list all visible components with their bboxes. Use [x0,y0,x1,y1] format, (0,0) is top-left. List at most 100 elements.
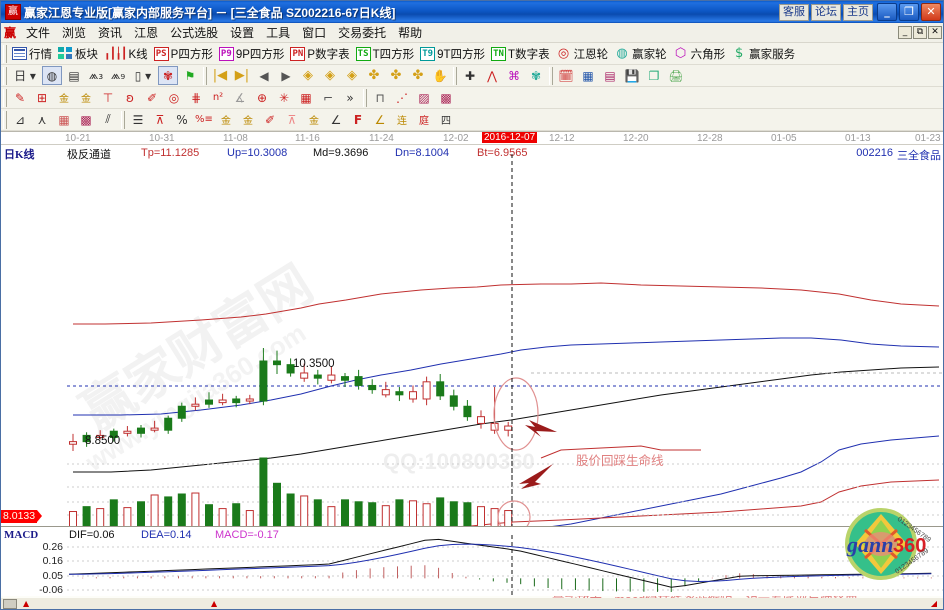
parallel-icon[interactable]: ⫽ [98,110,118,129]
tool-sector[interactable]: 板块 [55,44,101,64]
fan-tool-icon[interactable]: ⌘ [504,66,524,85]
customer-service-button[interactable]: 客服 [779,3,809,21]
grid-dark-icon[interactable]: ▩ [76,110,96,129]
save-icon[interactable]: 💾 [622,66,642,85]
chain-icon[interactable]: 连 [392,110,412,129]
ladder-icon[interactable]: ☰ [128,110,148,129]
shrink-h-icon[interactable]: ✤ [364,66,384,85]
toolbar-grip[interactable] [3,44,7,63]
tool-quote[interactable]: 行情 [9,44,55,64]
hall-icon[interactable]: 庭 [414,110,434,129]
menu-help[interactable]: 帮助 [392,23,428,42]
toolbar-grip-4[interactable] [453,66,457,85]
menu-tools[interactable]: 工具 [260,23,296,42]
tool-p-numtable[interactable]: PN P数字表 [287,44,352,64]
crosshair-tool-icon[interactable]: ✚ [460,66,480,85]
menu-file[interactable]: 文件 [20,23,56,42]
menu-window[interactable]: 窗口 [296,23,332,42]
star-icon[interactable]: ✳ [274,88,294,107]
gold-circle-icon[interactable]: 金 [216,110,236,129]
kline9-icon[interactable]: ⩕₉ [108,66,128,85]
maximize-button[interactable]: ❐ [899,3,919,21]
more-tools-icon[interactable]: » [340,88,360,107]
flag-icon[interactable]: ⚑ [180,66,200,85]
trend-icon[interactable]: ⊿ [10,110,30,129]
menu-trade-order[interactable]: 交易委托 [332,23,392,42]
draw-tool-icon[interactable]: ✾ [158,66,178,85]
gold-ratio2-icon[interactable]: 金 [76,88,96,107]
toolbar-grip-5[interactable] [549,66,553,85]
toolbar-grip-8[interactable] [3,110,7,129]
grid-red-icon[interactable]: ▦ [54,110,74,129]
expand-h-icon[interactable]: ◈ [342,66,362,85]
menu-settings[interactable]: 设置 [224,23,260,42]
notes-icon[interactable]: ▤ [600,66,620,85]
menu-formula-stockpick[interactable]: 公式选股 [164,23,224,42]
step-icon[interactable]: ⌐ [318,88,338,107]
percent-icon[interactable]: % [172,110,192,129]
tool-9p-square[interactable]: P9 9P四方形 [216,44,288,64]
tool-9t-square[interactable]: T9 9T四方形 [417,44,488,64]
copy-icon[interactable]: ❐ [644,66,664,85]
tool-kline[interactable]: ╻┃╽┃ K线 [101,44,151,64]
calendar-icon[interactable]: 🗓 [556,66,576,85]
spiral-tool-icon[interactable]: ʚ [120,88,140,107]
hand-tool-icon[interactable]: ✋ [430,66,450,85]
percent-cross-icon[interactable]: ⊼ [150,110,170,129]
prev-icon[interactable]: ◀ [254,66,274,85]
gold-angle-icon[interactable]: ∠ [370,110,390,129]
four-icon[interactable]: 四 [436,110,456,129]
tool-hexagon[interactable]: ⬡ 六角形 [670,44,729,64]
homepage-button[interactable]: 主页 [843,3,873,21]
target-icon[interactable]: ⊕ [252,88,272,107]
calculator-icon[interactable]: ▦ [578,66,598,85]
percent-line-icon[interactable]: %≡ [194,110,214,129]
gold-line-icon[interactable]: 金 [238,110,258,129]
paint-tool-icon[interactable]: ✐ [142,88,162,107]
crosshair-toggle[interactable]: ◍ [42,66,62,85]
rect-icon[interactable]: ⊓ [370,88,390,107]
toolbar-grip-7[interactable] [363,88,367,107]
f-line-icon[interactable]: F [348,110,368,129]
mdi-close-button[interactable]: ✕ [928,26,942,39]
circle-tool-icon[interactable]: ◎ [164,88,184,107]
toolbar-grip-2[interactable] [3,66,7,85]
tool-t-square[interactable]: TS T四方形 [353,44,418,64]
toolbar-grip-3[interactable] [203,66,207,85]
comb-tool-icon[interactable]: ⊤ [98,88,118,107]
fan-red-icon[interactable]: ⋰ [392,88,412,107]
toolbar-grip-9[interactable] [121,110,125,129]
shade-box2-icon[interactable]: ▩ [436,88,456,107]
gold-box-icon[interactable]: 金 [304,110,324,129]
grid-tool-icon[interactable]: ⋕ [186,88,206,107]
angle-line-icon[interactable]: ∡ [230,88,250,107]
report-icon[interactable]: ▤ [64,66,84,85]
arrow-cross-icon[interactable]: ⊼ [282,110,302,129]
square-n-icon[interactable]: n² [208,88,228,107]
period-dropdown[interactable]: 日 ▾ [10,66,40,85]
bar-width-icon[interactable]: ▯ ▾ [130,66,156,85]
scroll-left-button[interactable] [3,599,17,609]
shade-box-icon[interactable]: ▨ [414,88,434,107]
forum-button[interactable]: 论坛 [811,3,841,21]
tool-winner-service[interactable]: $ 赢家服务 [728,44,798,64]
minimize-button[interactable]: _ [877,3,897,21]
mdi-minimize-button[interactable]: _ [898,26,912,39]
angle-tool-icon[interactable]: ⋀ [482,66,502,85]
close-button[interactable]: ✕ [921,3,941,21]
tool-winner-wheel[interactable]: ◍ 赢家轮 [611,44,670,64]
menu-gann[interactable]: 江恩 [128,23,164,42]
shrink-v-icon[interactable]: ✤ [408,66,428,85]
angle-up-icon[interactable]: ∠ [326,110,346,129]
pencil-tool-icon[interactable]: ✎ [10,88,30,107]
zigzag-icon[interactable]: ⋏ [32,110,52,129]
matrix-icon[interactable]: ▦ [296,88,316,107]
expand-v-icon[interactable]: ✤ [386,66,406,85]
brain-tool-icon[interactable]: ✾ [526,66,546,85]
menu-browse[interactable]: 浏览 [56,23,92,42]
gold-ratio1-icon[interactable]: 金 [54,88,74,107]
gold-brush-icon[interactable]: ✐ [260,110,280,129]
mdi-restore-button[interactable]: ⧉ [913,26,927,39]
shift-right-icon[interactable]: ◈ [320,66,340,85]
tool-p-square[interactable]: PS P四方形 [151,44,216,64]
